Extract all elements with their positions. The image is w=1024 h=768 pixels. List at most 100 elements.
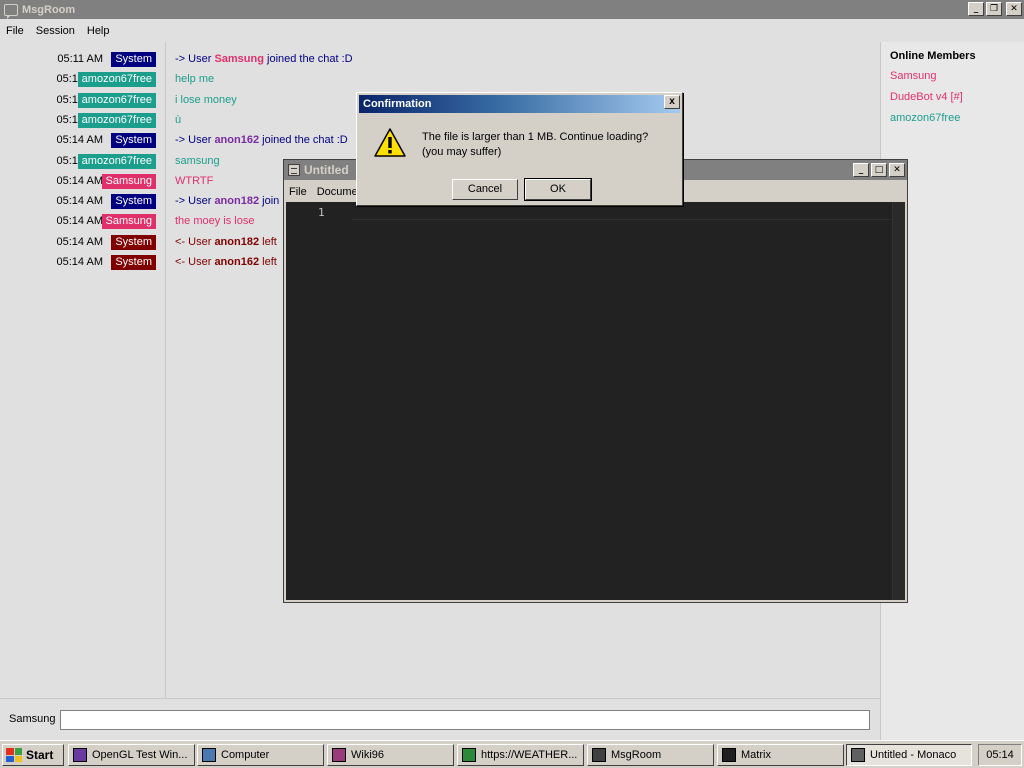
message-text: help me (175, 73, 214, 85)
message-user-tag[interactable]: System (111, 133, 156, 149)
message-timestamp: 05:14 AM (56, 215, 103, 228)
dialog-title: Confirmation (363, 98, 432, 110)
taskbar-button[interactable]: MsgRoom (587, 744, 714, 766)
message-prefix: samsung (175, 154, 220, 167)
message-meta-row: 05:14 AM System (0, 234, 166, 251)
chat-icon (592, 748, 606, 762)
message-user-tag[interactable]: amozon67free (77, 92, 156, 108)
message-user-tag[interactable]: amozon67free (77, 72, 156, 88)
message-user-tag[interactable]: System (111, 194, 156, 210)
restore-button[interactable]: ❐ (986, 2, 1002, 16)
editor-window: Untitled _ □ ✕ File Docume 1 (283, 159, 908, 603)
minimize-button[interactable]: _ (968, 2, 984, 16)
windows-logo-icon (6, 748, 22, 762)
nickname-label: Samsung (9, 713, 56, 725)
taskbar-button-label: OpenGL Test Win... (92, 749, 188, 761)
current-line-highlight (352, 204, 892, 220)
message-timestamp: 05:14 AM (56, 174, 103, 187)
taskbar: Start OpenGL Test Win... Computer Wiki96 ht… (0, 740, 1024, 768)
message-prefix: the moey is lose (175, 215, 255, 228)
ok-button[interactable]: OK (524, 178, 592, 201)
message-username: Samsung (214, 53, 264, 65)
message-suffix: joined the chat :D (259, 134, 348, 147)
start-button[interactable]: Start (2, 744, 64, 766)
taskbar-button[interactable]: https://WEATHER... (457, 744, 584, 766)
message-user-tag[interactable]: System (111, 52, 156, 67)
cancel-button[interactable]: Cancel (452, 179, 518, 200)
menu-file[interactable]: File (0, 25, 30, 37)
taskbar-clock: 05:14 (978, 744, 1022, 766)
message-text: <- User anon162 left (175, 256, 277, 268)
dialog-titlebar[interactable]: Confirmation (359, 95, 680, 113)
editor-scrollbar[interactable] (892, 202, 905, 600)
message-text: WTRTF (175, 175, 213, 187)
message-meta-row: 05:11 AM System (0, 52, 166, 68)
menu-help[interactable]: Help (81, 25, 116, 37)
message-timestamp: 05:11 AM (57, 53, 103, 65)
message-meta-row: 05:14 AM System (0, 194, 166, 210)
taskbar-button-label: Untitled - Monaco (870, 749, 957, 761)
message-meta-row: 05:13 AMamozon67free (0, 112, 166, 129)
taskbar-button[interactable]: Computer (197, 744, 324, 766)
taskbar-button-label: MsgRoom (611, 749, 662, 761)
globe-icon (462, 748, 476, 762)
editor-close-button[interactable]: ✕ (889, 163, 905, 177)
message-username: anon162 (214, 256, 260, 268)
line-number: 1 (318, 206, 325, 219)
member-item[interactable]: Samsung (890, 66, 1024, 87)
dialog-submessage: (you may suffer) (422, 146, 502, 158)
editor-minimize-button[interactable]: _ (853, 163, 869, 177)
message-user-tag[interactable]: System (111, 255, 156, 270)
warning-icon (374, 128, 406, 157)
editor-menu-file[interactable]: File (284, 186, 312, 198)
message-prefix: help me (175, 73, 215, 86)
input-bar: Samsung (0, 698, 880, 740)
taskbar-button[interactable]: Matrix (717, 744, 844, 766)
message-prefix: -> User (175, 134, 215, 147)
taskbar-button-label: https://WEATHER... (481, 749, 578, 761)
message-user-tag[interactable]: amozon67free (77, 153, 156, 169)
menu-session[interactable]: Session (30, 25, 81, 37)
code-editor[interactable]: 1 (286, 202, 905, 600)
start-label: Start (26, 748, 54, 762)
message-suffix: join (259, 195, 280, 208)
members-heading: Online Members (890, 50, 976, 62)
window-titlebar[interactable]: MsgRoom _ ❐ ✕ (0, 0, 1024, 19)
message-user-tag[interactable]: System (111, 234, 156, 250)
message-suffix: left (259, 235, 277, 248)
message-text: -> User anon162 joined the chat :D (175, 134, 348, 146)
taskbar-button[interactable]: Wiki96 (327, 744, 454, 766)
message-user-tag[interactable]: amozon67free (77, 112, 156, 128)
message-prefix: -> User (175, 195, 215, 208)
editor-maximize-button[interactable]: □ (871, 163, 887, 177)
message-user-tag[interactable]: Samsung (101, 214, 156, 230)
menubar: File Session Help (0, 21, 1024, 41)
book-icon (332, 748, 346, 762)
close-button[interactable]: ✕ (1006, 2, 1022, 16)
message-user-tag[interactable]: Samsung (101, 173, 156, 189)
message-username: anon162 (214, 134, 260, 147)
message-text: ù (175, 114, 181, 126)
editor-title: Untitled (304, 163, 349, 177)
opengl-icon (73, 748, 87, 762)
message-timestamp: 05:14 AM (56, 195, 103, 208)
taskbar-button-label: Wiki96 (351, 749, 385, 761)
message-prefix: WTRTF (175, 174, 214, 187)
dialog-close-button[interactable]: x (664, 95, 680, 109)
message-suffix: left (259, 256, 277, 268)
taskbar-button[interactable]: Untitled - Monaco (846, 744, 972, 766)
message-prefix: -> User (175, 53, 215, 65)
message-timestamp: 05:14 AM (56, 134, 103, 147)
message-input[interactable] (60, 710, 870, 730)
terminal-icon (722, 748, 736, 762)
message-text: i lose money (175, 94, 237, 106)
message-text: samsung (175, 155, 220, 167)
document-icon (288, 164, 300, 176)
member-item[interactable]: amozon67free (890, 108, 1024, 129)
taskbar-button-label: Matrix (741, 749, 771, 761)
taskbar-button[interactable]: OpenGL Test Win... (68, 744, 195, 766)
message-meta-row: 05:14 AM System (0, 255, 166, 271)
message-username: anon182 (214, 195, 260, 208)
member-item[interactable]: DudeBot v4 [#] (890, 87, 1024, 108)
message-text: -> User Samsung joined the chat :D (175, 53, 353, 65)
